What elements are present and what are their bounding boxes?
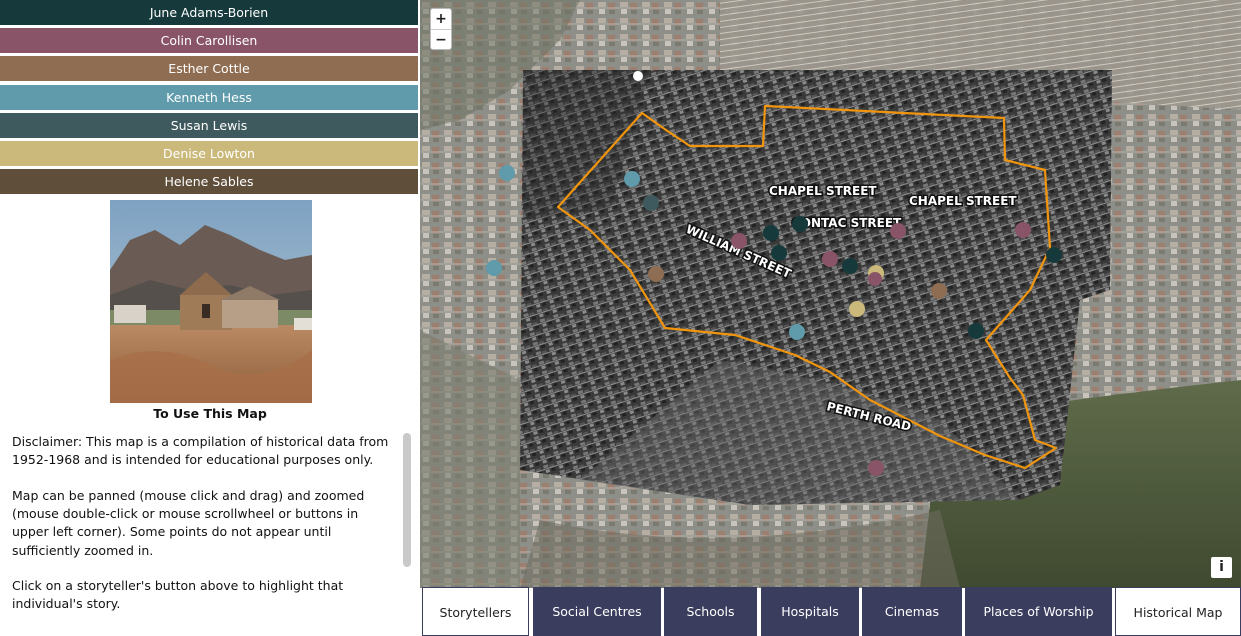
tab-places-of-worship[interactable]: Places of Worship (965, 587, 1112, 636)
storyteller-instructions: Click on a storyteller's button above to… (12, 578, 344, 612)
tab-schools[interactable]: Schools (664, 587, 757, 636)
info-button[interactable]: i (1211, 557, 1232, 578)
storyteller-button-helene-sables[interactable]: Helene Sables (0, 169, 418, 194)
scrollbar-thumb[interactable] (403, 433, 411, 567)
storyteller-button-kenneth-hess[interactable]: Kenneth Hess (0, 85, 418, 110)
street-label-contac: CONTAC STREET (792, 216, 902, 230)
storyteller-button-june-adams-borien[interactable]: June Adams-Borien (0, 0, 418, 25)
historic-church-photo (110, 200, 312, 403)
marker-june-adams-borien[interactable] (1046, 247, 1062, 263)
storyteller-button-colin-carollisen[interactable]: Colin Carollisen (0, 28, 418, 53)
info-title: To Use This Map (153, 406, 267, 421)
storyteller-button-susan-lewis[interactable]: Susan Lewis (0, 113, 418, 138)
marker-june-adams-borien[interactable] (792, 216, 808, 232)
marker-esther-cottle[interactable] (931, 283, 947, 299)
map-view[interactable]: CHAPEL STREET CHAPEL STREET CONTAC STREE… (420, 0, 1241, 588)
marker-kenneth-hess[interactable] (789, 324, 805, 340)
tab-cinemas[interactable]: Cinemas (862, 587, 962, 636)
tab-historical-map[interactable]: Historical Map (1115, 587, 1241, 636)
storyteller-button-denise-lowton[interactable]: Denise Lowton (0, 141, 418, 166)
marker-colin-carollisen[interactable] (868, 272, 882, 286)
zoom-control: + − (430, 8, 452, 50)
marker-june-adams-borien[interactable] (763, 225, 779, 241)
marker-kenneth-hess[interactable] (486, 260, 502, 276)
pan-zoom-instructions: Map can be panned (mouse click and drag)… (12, 488, 365, 558)
marker-june-adams-borien[interactable] (771, 245, 787, 261)
marker-susan-lewis[interactable] (643, 195, 659, 211)
tab-storytellers[interactable]: Storytellers (422, 587, 529, 636)
marker-june-adams-borien[interactable] (842, 258, 858, 274)
marker-colin-carollisen[interactable] (868, 460, 884, 476)
zoom-in-button[interactable]: + (431, 9, 451, 29)
zoom-out-button[interactable]: − (431, 29, 451, 49)
marker-white[interactable] (633, 71, 643, 81)
disclaimer-text: Disclaimer: This map is a compilation of… (12, 434, 389, 468)
marker-esther-cottle[interactable] (648, 266, 664, 282)
street-label-chapel-east: CHAPEL STREET (909, 194, 1017, 208)
marker-june-adams-borien[interactable] (968, 323, 984, 339)
marker-colin-carollisen[interactable] (822, 251, 838, 267)
marker-kenneth-hess[interactable] (624, 171, 640, 187)
sidebar: June Adams-Borien Colin Carollisen Esthe… (0, 0, 420, 636)
map-canvas[interactable]: CHAPEL STREET CHAPEL STREET CONTAC STREE… (420, 0, 1241, 588)
tab-social-centres[interactable]: Social Centres (533, 587, 661, 636)
marker-kenneth-hess[interactable] (499, 165, 515, 181)
marker-colin-carollisen[interactable] (731, 233, 747, 249)
marker-colin-carollisen[interactable] (890, 223, 906, 239)
storyteller-button-esther-cottle[interactable]: Esther Cottle (0, 56, 418, 81)
street-label-chapel-west: CHAPEL STREET (769, 184, 877, 198)
tab-hospitals[interactable]: Hospitals (761, 587, 859, 636)
marker-denise-lowton[interactable] (849, 301, 865, 317)
marker-colin-carollisen[interactable] (1015, 222, 1031, 238)
